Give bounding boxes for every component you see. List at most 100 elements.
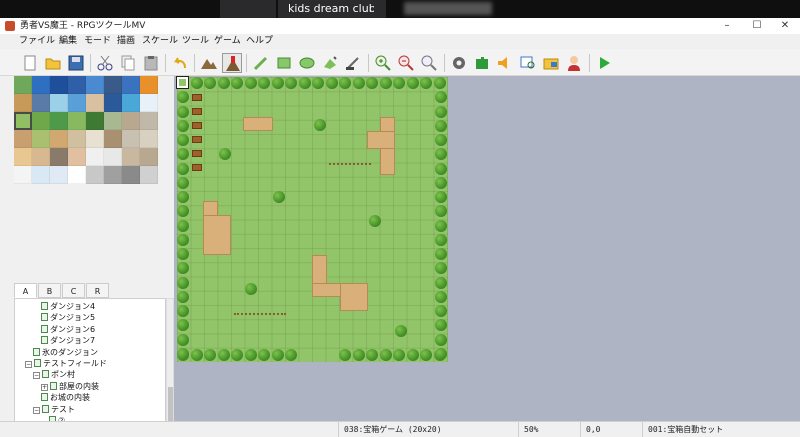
tile-selected[interactable] <box>14 112 32 130</box>
tile[interactable] <box>14 166 32 184</box>
menu-help[interactable]: ヘルプ <box>243 34 276 49</box>
tile[interactable] <box>86 130 104 148</box>
tile[interactable] <box>68 166 86 184</box>
map-tree-item[interactable]: ダンジョン6 <box>15 324 165 335</box>
fill-icon[interactable] <box>320 53 340 73</box>
tab-b[interactable]: B <box>38 283 61 298</box>
treasure-chest-event[interactable] <box>192 150 202 157</box>
tile[interactable] <box>86 166 104 184</box>
tile[interactable] <box>50 130 68 148</box>
tile[interactable] <box>32 166 50 184</box>
tab-r[interactable]: R <box>86 283 109 298</box>
tile[interactable] <box>140 148 158 166</box>
database-icon[interactable] <box>449 53 469 73</box>
menu-game[interactable]: ゲーム <box>211 34 244 49</box>
new-project-icon[interactable] <box>20 53 40 73</box>
tile[interactable] <box>122 130 140 148</box>
tile[interactable] <box>32 94 50 112</box>
tile[interactable] <box>68 112 86 130</box>
tile[interactable] <box>68 94 86 112</box>
tile[interactable] <box>140 76 158 94</box>
shadow-pen-icon[interactable] <box>343 53 363 73</box>
undo-icon[interactable] <box>170 53 190 73</box>
tile[interactable] <box>122 76 140 94</box>
tile[interactable] <box>140 94 158 112</box>
map-tree[interactable]: ダンジョン4 ダンジョン5 ダンジョン6 ダンジョン7 氷のダンジョン − テストフィールド… <box>14 298 166 437</box>
tile[interactable] <box>50 76 68 94</box>
tile[interactable] <box>14 94 32 112</box>
event-mode-icon[interactable] <box>222 53 242 73</box>
tile[interactable] <box>32 112 50 130</box>
menu-draw[interactable]: 描画 <box>114 34 138 49</box>
tile[interactable] <box>14 148 32 166</box>
menu-tools[interactable]: ツール <box>179 34 212 49</box>
copy-icon[interactable] <box>118 53 138 73</box>
menu-file[interactable]: ファイル <box>16 34 58 49</box>
rectangle-icon[interactable] <box>274 53 294 73</box>
resource-manager-icon[interactable] <box>541 53 561 73</box>
map-tree-item[interactable]: お城の内装 <box>15 392 165 403</box>
tile[interactable] <box>86 76 104 94</box>
tile[interactable] <box>68 76 86 94</box>
tile[interactable] <box>50 148 68 166</box>
tile[interactable] <box>122 112 140 130</box>
tab-c[interactable]: C <box>62 283 85 298</box>
tile[interactable] <box>104 76 122 94</box>
treasure-chest-event[interactable] <box>192 136 202 143</box>
collapse-icon[interactable]: − <box>33 406 40 414</box>
map-tree-item[interactable]: ダンジョン7 <box>15 335 165 346</box>
paste-icon[interactable] <box>141 53 161 73</box>
tab-a[interactable]: A <box>14 283 37 298</box>
tile[interactable] <box>140 112 158 130</box>
tile[interactable] <box>86 112 104 130</box>
menu-mode[interactable]: モード <box>81 34 114 49</box>
close-button[interactable]: ✕ <box>770 18 800 34</box>
tile[interactable] <box>104 148 122 166</box>
playtest-icon[interactable] <box>594 53 614 73</box>
actual-size-icon[interactable] <box>419 53 439 73</box>
treasure-chest-event[interactable] <box>192 108 202 115</box>
plugin-manager-icon[interactable] <box>472 53 492 73</box>
tile[interactable] <box>86 148 104 166</box>
tile[interactable] <box>140 130 158 148</box>
menu-scale[interactable]: スケール <box>139 34 181 49</box>
tile[interactable] <box>68 148 86 166</box>
map-tree-item[interactable]: + 部屋の内装 <box>15 381 165 392</box>
tile[interactable] <box>122 166 140 184</box>
zoom-out-icon[interactable] <box>396 53 416 73</box>
collapse-icon[interactable]: − <box>25 361 32 368</box>
selected-event-cursor[interactable] <box>176 76 189 89</box>
tile[interactable] <box>50 166 68 184</box>
tile[interactable] <box>50 94 68 112</box>
map-tree-item[interactable]: ダンジョン4 <box>15 301 165 312</box>
pencil-icon[interactable] <box>251 53 271 73</box>
zoom-in-icon[interactable] <box>373 53 393 73</box>
map-tree-item[interactable]: 氷のダンジョン <box>15 347 165 358</box>
tile[interactable] <box>122 148 140 166</box>
tile[interactable] <box>104 166 122 184</box>
map-tree-scrollbar[interactable] <box>166 298 174 437</box>
open-project-icon[interactable] <box>43 53 63 73</box>
minimize-button[interactable]: – <box>712 18 742 34</box>
expand-icon[interactable]: + <box>41 383 48 391</box>
menu-edit[interactable]: 編集 <box>56 34 80 49</box>
map-tree-item[interactable]: − ポン村 <box>15 369 165 380</box>
ellipse-icon[interactable] <box>297 53 317 73</box>
treasure-chest-event[interactable] <box>192 94 202 101</box>
tile[interactable] <box>122 94 140 112</box>
map-canvas[interactable] <box>176 76 448 362</box>
map-tree-item[interactable]: − テストフィールド <box>15 358 165 369</box>
treasure-chest-event[interactable] <box>192 164 202 171</box>
tile[interactable] <box>104 130 122 148</box>
tile[interactable] <box>14 76 32 94</box>
maximize-button[interactable]: ☐ <box>742 18 772 34</box>
tile[interactable] <box>104 94 122 112</box>
tile[interactable] <box>32 148 50 166</box>
tile[interactable] <box>14 130 32 148</box>
tile[interactable] <box>140 166 158 184</box>
sound-test-icon[interactable] <box>495 53 515 73</box>
cut-icon[interactable] <box>95 53 115 73</box>
character-generator-icon[interactable] <box>564 53 584 73</box>
tile[interactable] <box>32 76 50 94</box>
tile[interactable] <box>68 130 86 148</box>
